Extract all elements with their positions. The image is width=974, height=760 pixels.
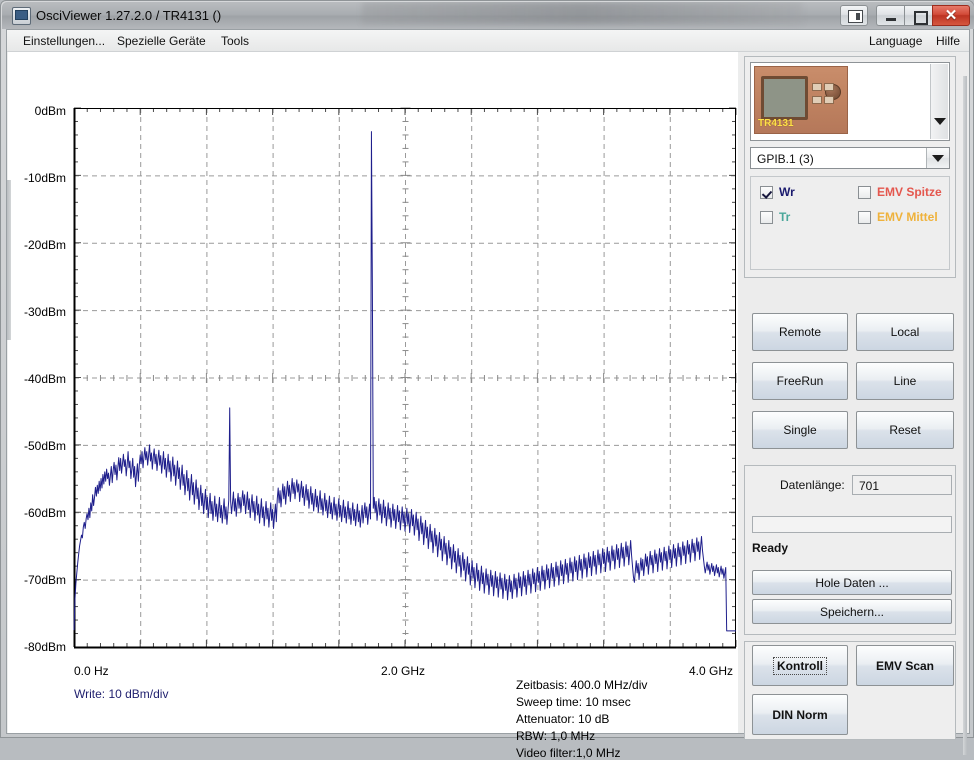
device-button-icon [824,83,834,91]
close-icon: ✕ [944,7,958,24]
maximize-button[interactable] [904,4,932,26]
title-bar-glass [362,2,802,24]
emv-mittel-checkbox-box[interactable] [858,210,871,224]
speichern-button[interactable]: Speichern... [752,599,952,624]
y-tick-8: -80dBm [23,640,66,654]
menu-hilfe[interactable]: Hilfe [932,33,964,49]
info-rbw: RBW: 1,0 MHz [516,729,596,743]
checkbox-wr[interactable]: Wr [760,184,795,200]
status-label: Ready [752,541,789,555]
right-edge-scrollbar[interactable] [963,76,967,755]
freerun-button[interactable]: FreeRun [752,362,848,400]
hole-daten-button[interactable]: Hole Daten ... [752,570,952,595]
device-thumbnail-list[interactable]: TR4131 [750,62,950,141]
close-button[interactable]: ✕ [932,4,970,26]
write-scale-label: Write: 10 dBm/div [74,687,169,701]
device-model-label: TR4131 [758,118,794,129]
restore-down-icon [848,9,863,23]
device-button-icon [824,96,834,104]
client-area: Einstellungen... Spezielle Geräte Tools … [6,29,970,760]
device-button-icon [812,83,822,91]
checkbox-emv-mittel[interactable]: EMV Mittel [858,209,938,225]
menu-bar: Einstellungen... Spezielle Geräte Tools … [7,30,969,52]
emv-spitze-checkbox-box[interactable] [858,185,871,199]
restore-down-button[interactable] [840,4,868,26]
minimize-button[interactable] [876,4,904,26]
menu-einstellungen[interactable]: Einstellungen... [19,33,109,49]
app-window: OsciViewer 1.27.2.0 / TR4131 () ✕ Einste… [0,0,974,760]
line-button[interactable]: Line [856,362,954,400]
y-tick-2: -20dBm [23,238,66,252]
y-tick-0: 0dBm [34,104,66,118]
device-screen [761,76,808,120]
remote-button[interactable]: Remote [752,313,848,351]
emv-spitze-label: EMV Spitze [877,185,942,199]
kontroll-button[interactable]: Kontroll [752,645,848,686]
app-monitor-icon [12,7,31,25]
info-attenuator: Attenuator: 10 dB [516,712,610,726]
side-panel: TR4131 GPIB.1 (3) Wr EMV Spitze Tr EMV M… [740,53,968,755]
wr-label: Wr [779,185,795,199]
x-tick-1: 2.0 GHz [381,664,426,678]
info-zeitbasis: Zeitbasis: 400.0 MHz/div [516,678,648,692]
info-video-filter: Video filter:1,0 MHz [516,746,621,760]
scroll-down-arrow-icon[interactable] [931,112,948,130]
checkbox-emv-spitze[interactable]: EMV Spitze [858,184,942,200]
din-norm-button[interactable]: DIN Norm [752,694,848,735]
gpib-connection-value: GPIB.1 (3) [757,152,814,166]
y-tick-1: -10dBm [23,171,66,185]
datenlaenge-label: Datenlänge: [780,478,845,492]
datenlaenge-value: 701 [859,479,880,493]
y-tick-3: -30dBm [23,305,66,319]
kontroll-button-label: Kontroll [773,656,827,675]
emv-scan-button[interactable]: EMV Scan [856,645,954,686]
emv-mittel-label: EMV Mittel [877,210,938,224]
progress-bar [752,516,952,533]
y-tick-6: -60dBm [23,506,66,520]
single-button[interactable]: Single [752,411,848,449]
datenlaenge-field[interactable]: 701 [852,475,952,495]
device-button-icon [812,96,822,104]
menu-spezielle-geraete[interactable]: Spezielle Geräte [113,33,210,49]
title-bar: OsciViewer 1.27.2.0 / TR4131 () ✕ [2,2,974,29]
y-tick-7: -70dBm [23,573,66,587]
minimize-icon [886,17,896,21]
window-frame: OsciViewer 1.27.2.0 / TR4131 () ✕ Einste… [0,0,974,760]
chevron-down-icon[interactable] [926,148,949,168]
menu-language[interactable]: Language [865,33,926,49]
checkbox-tr[interactable]: Tr [760,209,790,225]
spectrum-plot-svg [73,107,737,649]
gpib-connection-combobox[interactable]: GPIB.1 (3) [750,147,950,169]
device-list-scrollbar[interactable] [930,64,948,139]
x-tick-0: 0.0 Hz [74,664,109,678]
menu-tools[interactable]: Tools [217,33,253,49]
left-edge-scrollbar[interactable] [7,180,11,340]
reset-button[interactable]: Reset [856,411,954,449]
tr-label: Tr [779,210,791,224]
info-sweep-time: Sweep time: 10 msec [516,695,631,709]
chart-panel: 0dBm -10dBm -20dBm -30dBm -40dBm -50dBm … [8,52,738,760]
y-tick-4: -40dBm [23,372,66,386]
window-title: OsciViewer 1.27.2.0 / TR4131 () [36,8,222,23]
x-tick-2: 4.0 GHz [689,664,734,678]
spectrum-plot[interactable] [8,52,738,733]
y-tick-5: -50dBm [23,439,66,453]
maximize-icon [914,10,928,25]
device-photo: TR4131 [754,66,848,134]
wr-checkbox-box[interactable] [760,185,773,199]
window-button-group: ✕ [840,4,970,26]
tr-checkbox-box[interactable] [760,210,773,224]
local-button[interactable]: Local [856,313,954,351]
